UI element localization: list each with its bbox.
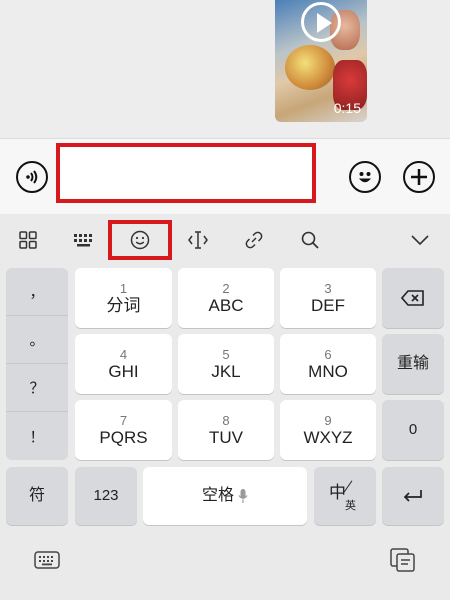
- enter-key[interactable]: [382, 467, 444, 525]
- chevron-down-icon[interactable]: [406, 226, 434, 254]
- video-message-thumbnail[interactable]: 0:15: [275, 0, 367, 122]
- backspace-key[interactable]: [382, 268, 444, 328]
- language-sub-label: 英: [345, 500, 356, 512]
- punct-period-key[interactable]: 。: [6, 316, 68, 364]
- search-icon[interactable]: [296, 226, 324, 254]
- t9-keyboard: ， 。 ？ ！ 1 分词 2 ABC 3 DEF 4 GHI 5 JKL 6 M…: [0, 266, 450, 536]
- link-icon[interactable]: [240, 226, 268, 254]
- key-3-number: 3: [324, 280, 332, 296]
- keyboard-toolbar: [0, 214, 450, 266]
- key-4[interactable]: 4 GHI: [75, 334, 172, 394]
- key-2-number: 2: [222, 280, 230, 296]
- language-toggle-glyph: 中 英: [327, 478, 363, 514]
- cursor-icon[interactable]: [184, 226, 212, 254]
- key-7-number: 7: [119, 412, 128, 428]
- key-9-label: WXYZ: [303, 427, 353, 447]
- key-5[interactable]: 5 JKL: [178, 334, 274, 394]
- language-toggle-key[interactable]: 中 英: [314, 467, 376, 525]
- smiley-icon: [359, 172, 371, 183]
- key-9-number: 9: [324, 412, 332, 428]
- chat-area: 0:15: [0, 0, 450, 138]
- key-8-number: 8: [222, 412, 230, 428]
- more-options-button[interactable]: [403, 161, 435, 193]
- key-1[interactable]: 1 分词: [75, 268, 172, 328]
- keyboard-icon[interactable]: [70, 226, 98, 254]
- reinput-label: 重输: [396, 355, 429, 372]
- space-label: 空格: [201, 487, 234, 504]
- key-3[interactable]: 3 DEF: [280, 268, 376, 328]
- video-frame-object: [285, 45, 335, 90]
- backspace-icon: [401, 290, 424, 306]
- voice-input-button[interactable]: [16, 161, 48, 193]
- enter-icon: [403, 490, 422, 502]
- message-input-bar: [0, 138, 450, 215]
- space-key[interactable]: 空格: [143, 467, 307, 525]
- zero-label: 0: [408, 421, 418, 438]
- message-text-field[interactable]: [56, 143, 316, 203]
- key-7-label: PQRS: [99, 427, 148, 447]
- number-toggle-label: 123: [93, 487, 119, 504]
- symbol-key[interactable]: 符: [6, 467, 68, 525]
- key-7[interactable]: 7 PQRS: [75, 400, 172, 460]
- emoji-button[interactable]: [349, 161, 381, 193]
- key-6[interactable]: 6 MNO: [280, 334, 376, 394]
- key-3-label: DEF: [311, 295, 345, 315]
- play-icon[interactable]: [301, 2, 341, 42]
- voice-icon: [26, 170, 38, 184]
- punct-question-key[interactable]: ？: [6, 364, 68, 412]
- microphone-icon: [238, 489, 248, 503]
- grid-icon[interactable]: [14, 226, 42, 254]
- key-6-number: 6: [324, 346, 332, 362]
- key-9[interactable]: 9 WXYZ: [280, 400, 376, 460]
- number-toggle-key[interactable]: 123: [75, 467, 137, 525]
- keyboard-switch-icon[interactable]: [34, 550, 60, 575]
- symbol-label: 符: [28, 487, 45, 504]
- punct-exclaim-key[interactable]: ！: [6, 412, 68, 460]
- plus-icon: [411, 169, 427, 185]
- key-6-label: MNO: [308, 361, 348, 381]
- punct-comma-key[interactable]: ，: [6, 268, 68, 316]
- emoji-tab-highlight: [108, 220, 172, 260]
- clipboard-icon[interactable]: [390, 548, 416, 577]
- key-4-number: 4: [119, 346, 128, 362]
- reinput-key[interactable]: 重输: [382, 334, 444, 394]
- key-8[interactable]: 8 TUV: [178, 400, 274, 460]
- video-duration: 0:15: [333, 100, 361, 116]
- punctuation-column: ， 。 ？ ！: [6, 268, 68, 460]
- key-1-number: 1: [119, 280, 128, 296]
- key-1-label: 分词: [106, 295, 141, 315]
- keyboard-bottom-bar: [0, 536, 450, 600]
- key-2[interactable]: 2 ABC: [178, 268, 274, 328]
- key-5-label: JKL: [211, 361, 241, 381]
- key-8-label: TUV: [209, 427, 243, 447]
- key-5-number: 5: [222, 346, 230, 362]
- key-2-label: ABC: [208, 295, 244, 315]
- zero-key[interactable]: 0: [382, 400, 444, 460]
- key-4-label: GHI: [108, 361, 139, 381]
